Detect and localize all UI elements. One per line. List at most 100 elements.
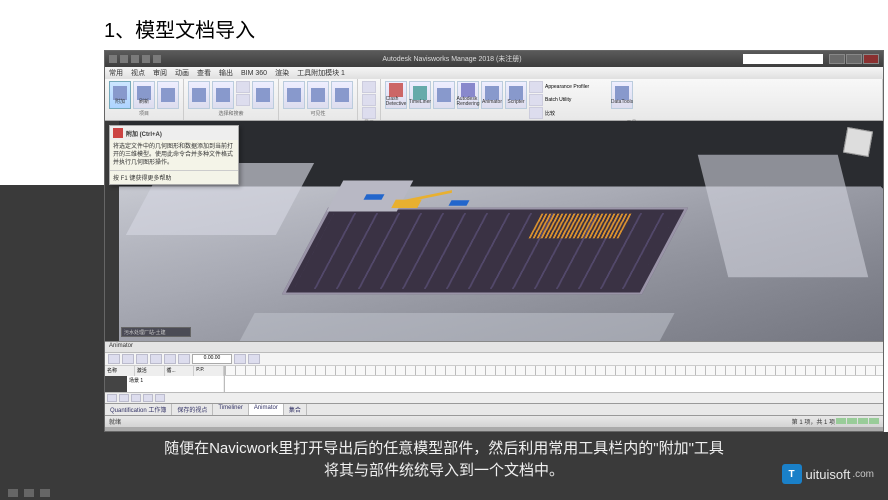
animator-tree[interactable]: 名称 激活 循... P.P. 场景 1: [105, 366, 225, 392]
select-button[interactable]: [188, 81, 210, 109]
anim-del-button[interactable]: [119, 394, 129, 402]
scripter-button[interactable]: Scripter: [505, 81, 527, 109]
anim-stepback-button[interactable]: [122, 354, 134, 364]
qat-save-icon[interactable]: [131, 55, 139, 63]
sets-button[interactable]: [252, 81, 274, 109]
3d-viewport[interactable]: 污水处理厂站-土建 附加 (Ctrl+A) 将选定文件中的几何图形和数据添加到当…: [105, 121, 883, 341]
scene-row[interactable]: 场景 1: [105, 376, 224, 392]
animator-icon: [485, 86, 499, 100]
batch-utility-button[interactable]: [529, 94, 543, 106]
hide-button[interactable]: [283, 81, 305, 109]
save-sel-icon: [216, 88, 230, 102]
timeliner-button[interactable]: TimeLiner: [409, 81, 431, 109]
qat-redo-icon[interactable]: [153, 55, 161, 63]
tooltip-title: 附加 (Ctrl+A): [126, 129, 162, 138]
anim-tool-1[interactable]: [234, 354, 246, 364]
statusbar: 就绪 第 1 项，共 1 项: [105, 415, 883, 427]
status-pills: [835, 418, 879, 426]
col-loop: 循...: [165, 366, 195, 376]
taskbar-icon-2[interactable]: [24, 489, 34, 497]
animator-toolbar: 0.00.00: [105, 353, 883, 366]
anim-stepfwd-button[interactable]: [164, 354, 176, 364]
status-left: 就绪: [109, 417, 121, 426]
select-same-button[interactable]: [236, 81, 250, 93]
tab-render[interactable]: 渲染: [275, 68, 289, 78]
tab-view[interactable]: 查看: [197, 68, 211, 78]
tab-strip: 常用 视点 审阅 动画 查看 输出 BIM 360 渲染 工具附加模块 1: [105, 67, 883, 79]
datatools-icon: [615, 86, 629, 100]
qat: [109, 55, 161, 63]
app-icon[interactable]: [109, 55, 117, 63]
reset-icon: [161, 88, 175, 102]
quantification-button[interactable]: [433, 81, 455, 109]
taskbar-icon-3[interactable]: [40, 489, 50, 497]
hide-unselected-button[interactable]: [331, 81, 353, 109]
append-button[interactable]: 附加: [109, 81, 131, 109]
anim-forward-button[interactable]: [178, 354, 190, 364]
anim-down-button[interactable]: [143, 394, 153, 402]
tab-sets[interactable]: 集合: [284, 404, 307, 415]
rendering-icon: [461, 83, 475, 97]
scene-name: 场景 1: [127, 376, 224, 392]
links-button[interactable]: [362, 81, 376, 93]
anim-play-button[interactable]: [136, 354, 148, 364]
append-tooltip: 附加 (Ctrl+A) 将选定文件中的几何图形和数据添加到当前打开的三维模型。使…: [109, 125, 239, 185]
anim-stop-button[interactable]: [150, 354, 162, 364]
appearance-profiler-button[interactable]: [529, 81, 543, 93]
viewcube[interactable]: [843, 127, 873, 157]
reset-all-button[interactable]: [157, 81, 179, 109]
anim-up-button[interactable]: [131, 394, 141, 402]
refresh-button[interactable]: 刷新: [133, 81, 155, 109]
window-title: Autodesk Navisworks Manage 2018 (未注册): [161, 54, 743, 64]
clash-detective-button[interactable]: Clash Detective: [385, 81, 407, 109]
animator-timeline[interactable]: [225, 366, 883, 392]
tab-quantification[interactable]: Quantification 工作簿: [105, 404, 172, 415]
scene-swatch: [105, 376, 127, 392]
tab-viewpoint[interactable]: 视点: [131, 68, 145, 78]
maximize-button[interactable]: [846, 54, 862, 64]
rendering-button[interactable]: Autodesk Rendering: [457, 81, 479, 109]
app-window: Autodesk Navisworks Manage 2018 (未注册) 常用…: [104, 50, 884, 432]
caption-line-1: 随便在Navicwork里打开导出后的任意模型部件，然后利用常用工具栏内的"附加…: [0, 438, 888, 460]
save-selection-button[interactable]: [212, 81, 234, 109]
require-button[interactable]: [307, 81, 329, 109]
caption-line-2: 将其与部件统统导入到一个文档中。: [0, 460, 888, 482]
watermark-suffix: .com: [852, 469, 874, 480]
close-button[interactable]: [863, 54, 879, 64]
sets-icon: [256, 88, 270, 102]
slide-caption: 随便在Navicwork里打开导出后的任意模型部件，然后利用常用工具栏内的"附加…: [0, 438, 888, 482]
append-icon: [113, 128, 123, 138]
hide-icon: [287, 88, 301, 102]
anim-tool-2[interactable]: [248, 354, 260, 364]
tab-bim360[interactable]: BIM 360: [241, 70, 267, 77]
anim-timecode[interactable]: 0.00.00: [192, 354, 232, 364]
ribbon-group-project: 附加 刷新 项目: [105, 79, 184, 120]
building-bottom: [235, 313, 674, 341]
anim-zoom-button[interactable]: [155, 394, 165, 402]
minimize-button[interactable]: [829, 54, 845, 64]
animator-button[interactable]: Animator: [481, 81, 503, 109]
tab-timeliner[interactable]: Timeliner: [213, 404, 248, 415]
compare-button[interactable]: [529, 107, 543, 119]
anim-rewind-button[interactable]: [108, 354, 120, 364]
datatools-button[interactable]: DataTools: [611, 81, 633, 109]
selection-tree-button[interactable]: [236, 94, 250, 106]
hide-unselected-icon: [335, 88, 349, 102]
properties-button[interactable]: [362, 107, 376, 119]
tab-output[interactable]: 输出: [219, 68, 233, 78]
taskbar-icon-1[interactable]: [8, 489, 18, 497]
quick-props-button[interactable]: [362, 94, 376, 106]
tab-home[interactable]: 常用: [109, 68, 123, 78]
anim-add-button[interactable]: [107, 394, 117, 402]
help-search-input[interactable]: [743, 54, 823, 64]
tab-addins[interactable]: 工具附加模块 1: [297, 68, 345, 78]
tab-animator[interactable]: Animator: [249, 404, 284, 415]
group-label: 可见性: [283, 110, 353, 118]
qat-undo-icon[interactable]: [142, 55, 150, 63]
crane: [391, 194, 458, 208]
col-active: 激活: [135, 366, 165, 376]
tab-review[interactable]: 审阅: [153, 68, 167, 78]
qat-open-icon[interactable]: [120, 55, 128, 63]
tab-animation[interactable]: 动画: [175, 68, 189, 78]
tab-saved-viewpoints[interactable]: 保存的视点: [172, 404, 213, 415]
